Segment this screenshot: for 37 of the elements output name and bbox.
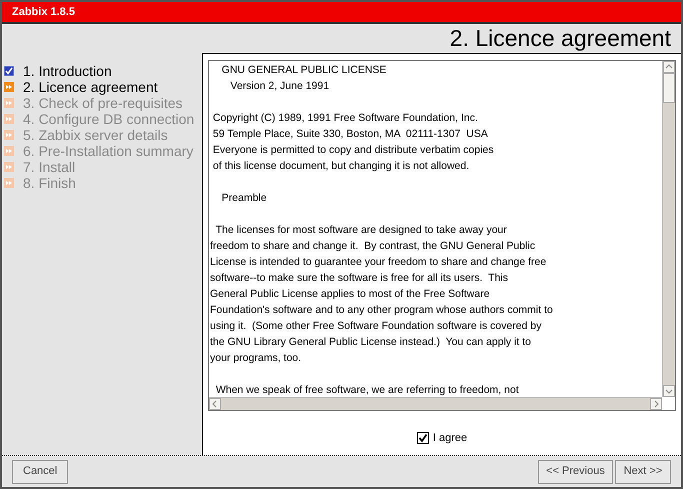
step-label: 8. Finish — [23, 174, 76, 192]
license-line: using it. (Some other Free Software Foundation software is covered by — [210, 319, 542, 334]
license-line: of this license document, but changing it is not allowed. — [212, 159, 470, 174]
license-line: your programs, too. — [210, 351, 302, 366]
license-line: Foundation's software and to any other program whose authors commit to — [210, 303, 554, 318]
scroll-up-icon[interactable] — [663, 61, 675, 73]
scroll-right-icon[interactable] — [650, 398, 662, 410]
license-line: software--to make sure the software is free for all its users. This — [210, 271, 509, 286]
previous-button[interactable]: << Previous — [538, 460, 613, 484]
license-line: When we speak of free software, we are referring to freedom, not — [214, 383, 520, 397]
license-line: License is intended to guarantee your freedom to share and change free — [210, 255, 548, 270]
vertical-scrollbar[interactable] — [662, 61, 675, 397]
license-line: 59 Temple Place, Suite 330, Boston, MA 02111-1307 USA — [212, 127, 489, 142]
step-label: 1. Introduction — [23, 62, 112, 80]
license-line: Preamble — [220, 191, 268, 206]
scroll-thumb[interactable] — [663, 73, 675, 103]
agree-checkbox[interactable] — [416, 432, 429, 444]
step-label: 4. Configure DB connection — [23, 110, 194, 129]
next-button[interactable]: Next >> — [615, 460, 671, 484]
license-line: Copyright (C) 1989, 1991 Free Software Foundation, Inc. — [212, 111, 479, 126]
agree-label: I agree — [432, 431, 468, 446]
step-label: 2. Licence agreement — [23, 78, 158, 97]
step-label: 3. Check of pre-requisites — [23, 94, 183, 113]
license-line: Version 2, June 1991 — [229, 79, 330, 94]
step-label: 5. Zabbix server details — [23, 126, 168, 144]
license-line: The licenses for most software are designed to take away your — [214, 223, 508, 238]
horizontal-scrollbar[interactable] — [209, 397, 662, 410]
license-line: the GNU Library General Public License instead.) You can apply it to — [210, 335, 532, 350]
license-line: freedom to share and change it. By contrast, the GNU General Public — [210, 239, 536, 254]
page-title: 2. Licence agreement — [450, 27, 671, 50]
license-line: GNU GENERAL PUBLIC LICENSE — [220, 63, 388, 78]
cancel-button[interactable]: Cancel — [12, 460, 68, 484]
scroll-left-icon[interactable] — [209, 398, 221, 410]
app-title: Zabbix 1.8.5 — [12, 4, 75, 20]
license-line: General Public License applies to most of the Free Software — [210, 287, 491, 302]
license-line: Everyone is permitted to copy and distribute verbatim copies — [212, 143, 495, 158]
scroll-down-icon[interactable] — [663, 385, 675, 397]
